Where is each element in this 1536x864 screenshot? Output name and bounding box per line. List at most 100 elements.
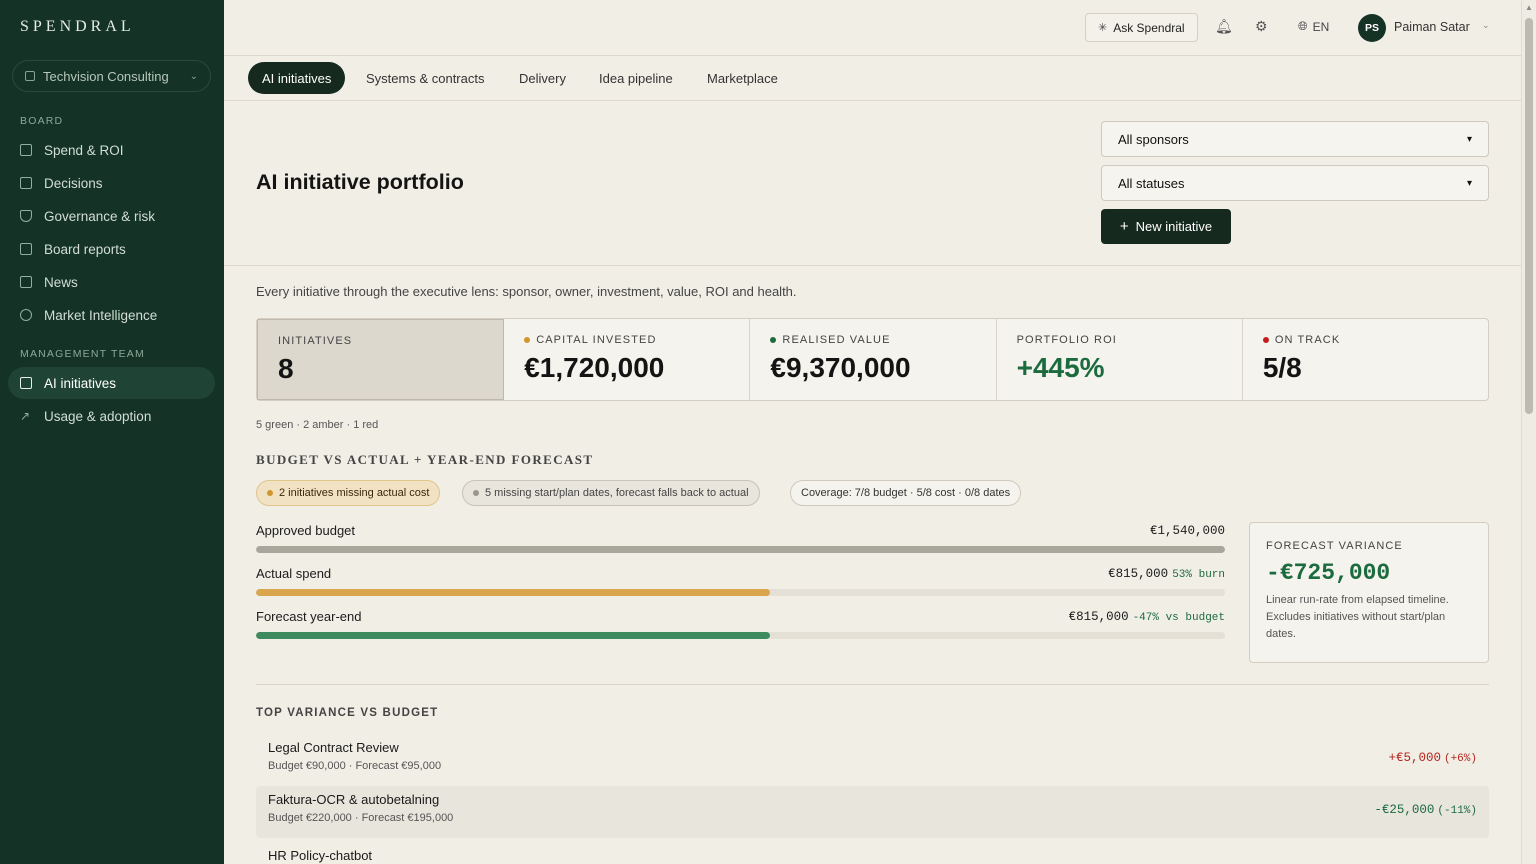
newspaper-icon [20,276,32,288]
kpi-value: €9,370,000 [770,352,911,383]
bar-label-forecast-year-end: Forecast year-end [256,609,362,624]
chevron-down-icon: ▾ [1466,133,1472,145]
sidebar-item-label: Board reports [44,241,126,257]
ask-spendral-label: Ask Spendral [1113,20,1185,35]
shield-icon [20,210,32,222]
gear-icon[interactable]: ⚙ [1255,18,1268,35]
bar-track-actual-spend [256,589,1225,596]
forecast-variance-label: FORECAST VARIANCE [1266,540,1403,552]
kpi-capital-invested[interactable]: CAPITAL INVESTED €1,720,000 [504,319,751,400]
grid-icon [20,144,32,156]
sponsor-filter-select[interactable]: All sponsors ▾ [1101,121,1489,157]
forecast-variance-note: Linear run-rate from elapsed timeline. E… [1266,594,1449,640]
sidebar-item-ai-initiatives[interactable]: AI initiatives [8,367,215,399]
trend-icon: ↗ [20,409,31,423]
kpi-label: REALISED VALUE [770,334,975,346]
bar-track-forecast-year-end [256,632,1225,639]
tab-bar: AI initiatives Systems & contracts Deliv… [224,56,1521,101]
org-name: Techvision Consulting [43,68,169,84]
sidebar-item-news[interactable]: News [8,266,215,298]
bar-label-actual-spend: Actual spend [256,566,332,581]
status-dot [770,337,777,343]
chevron-down-icon[interactable]: ⌄ [1482,20,1490,31]
sidebar: SPENDRAL Techvision Consulting ⌄ BOARD S… [0,0,224,864]
sidebar-item-label: Market Intelligence [44,307,158,323]
bar-value-actual-spend: €815,000 53% burn [1108,567,1225,581]
kpi-portfolio-roi[interactable]: PORTFOLIO ROI +445% [997,319,1243,400]
avatar[interactable]: PS [1358,14,1386,42]
chevron-down-icon: ⌄ [189,70,198,82]
chevron-down-icon: ▾ [1466,177,1472,189]
sidebar-item-usage-adoption[interactable]: ↗ Usage & adoption [8,400,215,432]
sidebar-heading-board: BOARD [20,115,64,127]
kpi-value: 5/8 [1262,352,1302,383]
sponsor-filter-value: All sponsors [1118,131,1189,147]
status-dot [524,337,531,343]
bell-icon[interactable]: 🔔︎ [1215,18,1233,35]
kpi-value: +445% [1016,352,1105,383]
missing-dates-chip[interactable]: 5 missing start/plan dates, forecast fal… [462,480,760,506]
language-label: EN [1312,19,1330,34]
initiative-name: Faktura-OCR & autobetalning [268,792,440,807]
page-title: AI initiative portfolio [256,170,464,194]
sidebar-heading-management: MANAGEMENT TEAM [20,348,145,360]
bar-fill-forecast-year-end [256,632,770,639]
new-initiative-label: New initiative [1135,219,1213,234]
report-icon [20,243,32,255]
coverage-chip[interactable]: Coverage: 7/8 budget · 5/8 cost · 0/8 da… [790,480,1022,506]
scroll-up-icon[interactable]: ▲ [1525,3,1533,12]
divider [224,265,1521,266]
ask-spendral-button[interactable]: ✳ Ask Spendral [1085,13,1198,42]
sidebar-item-board-reports[interactable]: Board reports [8,233,215,265]
rag-summary: 5 green · 2 amber · 1 red [256,419,379,431]
tab-delivery[interactable]: Delivery [505,62,580,94]
tab-marketplace[interactable]: Marketplace [693,62,792,94]
plus-icon: + [1119,218,1129,235]
sidebar-item-label: Spend & ROI [44,142,124,158]
globe-icon: 🌐︎ [1298,19,1308,33]
scrollbar[interactable]: ▲ [1521,0,1536,864]
tab-idea-pipeline[interactable]: Idea pipeline [585,62,687,94]
status-filter-select[interactable]: All statuses ▾ [1101,165,1489,201]
user-name[interactable]: Paiman Satar [1394,20,1470,34]
sidebar-item-decisions[interactable]: Decisions [8,167,215,199]
variance-delta: +€5,000 (+6%) [1388,751,1477,765]
sidebar-item-market-intelligence[interactable]: Market Intelligence [8,299,215,331]
tab-systems-contracts[interactable]: Systems & contracts [352,62,498,94]
kpi-value: 8 [278,353,294,384]
variance-row[interactable]: Legal Contract Review Budget €90,000 · F… [256,734,1489,786]
kpi-strip: INITIATIVES 8 CAPITAL INVESTED €1,720,00… [256,318,1489,401]
kpi-realised-value[interactable]: REALISED VALUE €9,370,000 [750,319,997,400]
kpi-label: PORTFOLIO ROI [1016,334,1117,346]
new-initiative-button[interactable]: + New initiative [1101,209,1231,244]
sidebar-item-governance[interactable]: Governance & risk [8,200,215,232]
initiative-budget-forecast: Budget €90,000 · Forecast €95,000 [268,760,442,772]
variance-section-title: TOP VARIANCE VS BUDGET [256,707,439,719]
checkbox-icon [20,177,32,189]
sidebar-item-spend-roi[interactable]: Spend & ROI [8,134,215,166]
initiative-name: Legal Contract Review [268,740,399,755]
kpi-label: ON TRACK [1262,334,1468,346]
missing-cost-chip[interactable]: 2 initiatives missing actual cost [256,480,441,506]
sidebar-item-label: AI initiatives [44,375,117,391]
status-dot [267,490,273,496]
variance-row[interactable]: HR Policy-chatbot [256,842,1489,864]
initiative-name: HR Policy-chatbot [268,848,373,863]
kpi-value: €1,720,000 [524,352,665,383]
users-icon [20,309,32,321]
tab-ai-initiatives[interactable]: AI initiatives [248,62,346,94]
language-switcher[interactable]: 🌐︎ EN [1298,19,1329,34]
scrollbar-thumb[interactable] [1525,18,1533,414]
org-switcher[interactable]: Techvision Consulting ⌄ [12,60,211,92]
brand-logo[interactable]: SPENDRAL [20,18,135,36]
topbar: ✳ Ask Spendral 🔔︎ ⚙ 🌐︎ EN PS Paiman Sata… [224,0,1521,56]
kpi-initiatives[interactable]: INITIATIVES 8 [257,319,505,400]
variance-row[interactable]: Faktura-OCR & autobetalning Budget €220,… [256,786,1489,838]
sidebar-item-label: Usage & adoption [44,408,152,424]
bar-track-approved-budget [256,546,1225,553]
bar-label-approved-budget: Approved budget [256,523,356,538]
kpi-on-track[interactable]: ON TRACK 5/8 [1243,319,1488,400]
kpi-label: INITIATIVES [278,335,353,347]
forecast-variance-card: FORECAST VARIANCE -€725,000 Linear run-r… [1249,522,1489,663]
forecast-variance-value: -€725,000 [1266,560,1391,586]
